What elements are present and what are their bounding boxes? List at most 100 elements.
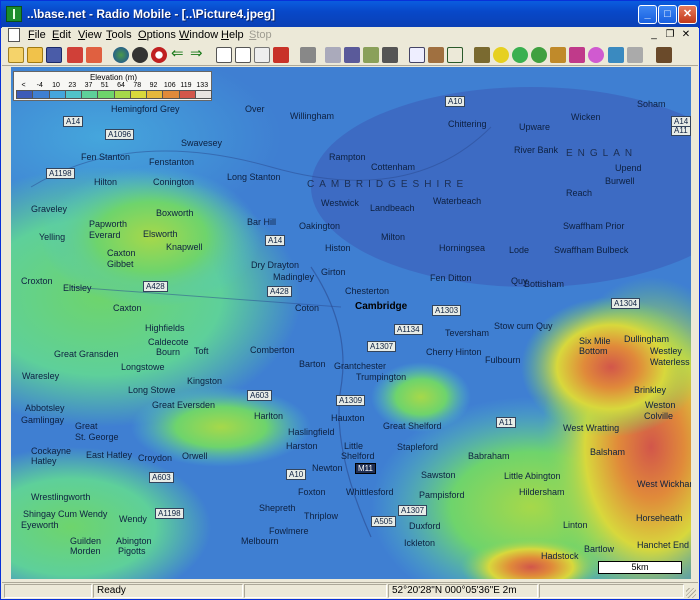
place-label: Rampton: [329, 152, 366, 162]
arrow-left-icon[interactable]: ⇐: [171, 46, 187, 63]
pdf-icon[interactable]: [273, 47, 289, 63]
place-label: West Wratting: [563, 423, 620, 433]
legend-tick-label: 92: [149, 82, 158, 89]
place-label: Yelling: [39, 232, 66, 242]
user-icon[interactable]: [428, 47, 444, 63]
place-label: Kingston: [187, 376, 223, 386]
menu-edit[interactable]: Edit: [52, 29, 71, 41]
child-minimize-icon[interactable]: _: [647, 29, 661, 42]
road-label: A11: [496, 417, 516, 428]
open-folder-icon[interactable]: [27, 47, 43, 63]
open-picture-icon[interactable]: [216, 47, 232, 63]
legend-tick-label: 106: [163, 82, 176, 89]
new-file-icon[interactable]: [8, 47, 24, 63]
legend-tick-label: 133: [196, 82, 209, 89]
spider-icon[interactable]: [627, 47, 643, 63]
place-label: Linton: [563, 520, 588, 530]
menu-file[interactable]: File: [28, 29, 46, 41]
road-label: A1134: [394, 324, 423, 335]
map-properties-icon[interactable]: [113, 47, 129, 63]
place-label: Caldecote: [148, 337, 189, 347]
visual-coverage-icon[interactable]: [608, 47, 624, 63]
route-coverage-icon[interactable]: [550, 47, 566, 63]
place-label: Waterbeach: [433, 196, 482, 206]
radio-link-icon[interactable]: [493, 47, 509, 63]
resize-grip-icon[interactable]: [686, 588, 696, 598]
road-label: A428: [143, 281, 168, 292]
place-label: Melbourn: [241, 536, 279, 546]
polar-plot-icon[interactable]: [512, 47, 528, 63]
road-label: M11: [355, 463, 376, 474]
place-label: Knapwell: [166, 242, 203, 252]
place-label: Fowlmere: [269, 526, 309, 536]
cartesian-icon[interactable]: [569, 47, 585, 63]
legend-ticks: < -4 10 23 37 51 64 78 92 106 119 133: [16, 82, 211, 90]
place-label: Stapleford: [397, 442, 439, 452]
place-label: Upend: [615, 163, 642, 173]
place-label: Grantchester: [334, 361, 387, 371]
place-label: Bottom: [579, 346, 608, 356]
scale-bar: 5km: [598, 561, 682, 574]
place-label: Wrestlingworth: [31, 492, 91, 502]
place-label: Lode: [509, 245, 530, 255]
close-button[interactable]: ✕: [678, 5, 697, 24]
child-restore-icon[interactable]: ❐: [663, 29, 677, 42]
save-icon[interactable]: [46, 47, 62, 63]
road-label: A14: [265, 235, 286, 246]
place-label: Hanchet End: [637, 540, 690, 550]
place-label: Great Eversden: [152, 400, 216, 410]
legend-swatches: [16, 90, 212, 99]
menu-window[interactable]: Window: [179, 29, 218, 41]
place-label: Colville: [644, 411, 674, 421]
place-label: Fen Stanton: [81, 152, 131, 162]
place-label: Balsham: [590, 447, 626, 457]
place-label: Hatley: [31, 456, 57, 466]
app-window: ..\base.net - Radio Mobile - [..\Picture…: [0, 0, 700, 600]
place-label: Everard: [89, 230, 121, 240]
place-label: East Hatley: [86, 450, 133, 460]
interference-icon[interactable]: [588, 47, 604, 63]
legend-swatch: [162, 90, 180, 99]
legend-tick-label: 119: [180, 82, 192, 89]
child-close-icon[interactable]: ✕: [679, 29, 693, 42]
copy-icon[interactable]: [325, 47, 341, 63]
menu-view[interactable]: View: [78, 29, 102, 41]
antenna-icon[interactable]: [474, 47, 490, 63]
status-panel-right: [539, 584, 684, 598]
place-label: Ickleton: [404, 538, 436, 548]
camera-icon[interactable]: [132, 47, 148, 63]
title-bar[interactable]: ..\base.net - Radio Mobile - [..\Picture…: [1, 1, 699, 28]
legend-title: Elevation (m): [89, 73, 138, 82]
place-label: Landbeach: [370, 203, 415, 213]
combine-icon[interactable]: [382, 47, 398, 63]
maximize-button[interactable]: □: [658, 5, 677, 24]
place-label: Hauxton: [331, 413, 365, 423]
place-label: Long Stanton: [227, 172, 281, 182]
radio-mobile-app-icon[interactable]: [6, 6, 22, 22]
elevation-map[interactable]: Hemingford Grey Over Willingham Swavesey Fen…: [11, 67, 691, 579]
unit-properties-icon[interactable]: [67, 47, 83, 63]
place-label: Barton: [299, 359, 326, 369]
stop-icon[interactable]: [656, 47, 672, 63]
legend-tick-label: 78: [133, 82, 142, 89]
menu-help[interactable]: Help: [221, 29, 244, 41]
merge-pictures-icon[interactable]: [363, 47, 379, 63]
menu-tools[interactable]: Tools: [106, 29, 132, 41]
network-properties-icon[interactable]: [86, 47, 102, 63]
road-label: A505: [371, 516, 396, 527]
paste-icon[interactable]: [344, 47, 360, 63]
legend-tick-label: 51: [100, 82, 109, 89]
place-label: Girton: [321, 267, 346, 277]
export-picture-icon[interactable]: [235, 47, 251, 63]
region-label: ENGLAN: [566, 148, 638, 159]
window-icon[interactable]: [409, 47, 425, 63]
arrow-right-icon[interactable]: ⇒: [190, 46, 206, 63]
coverage-icon[interactable]: [531, 47, 547, 63]
target-icon[interactable]: [151, 47, 167, 63]
document-icon[interactable]: [8, 28, 20, 42]
minimize-button[interactable]: _: [638, 5, 657, 24]
save-picture-icon[interactable]: [254, 47, 270, 63]
print-icon[interactable]: [300, 47, 316, 63]
menu-options[interactable]: Options: [138, 29, 176, 41]
fit-icon[interactable]: [447, 47, 463, 63]
